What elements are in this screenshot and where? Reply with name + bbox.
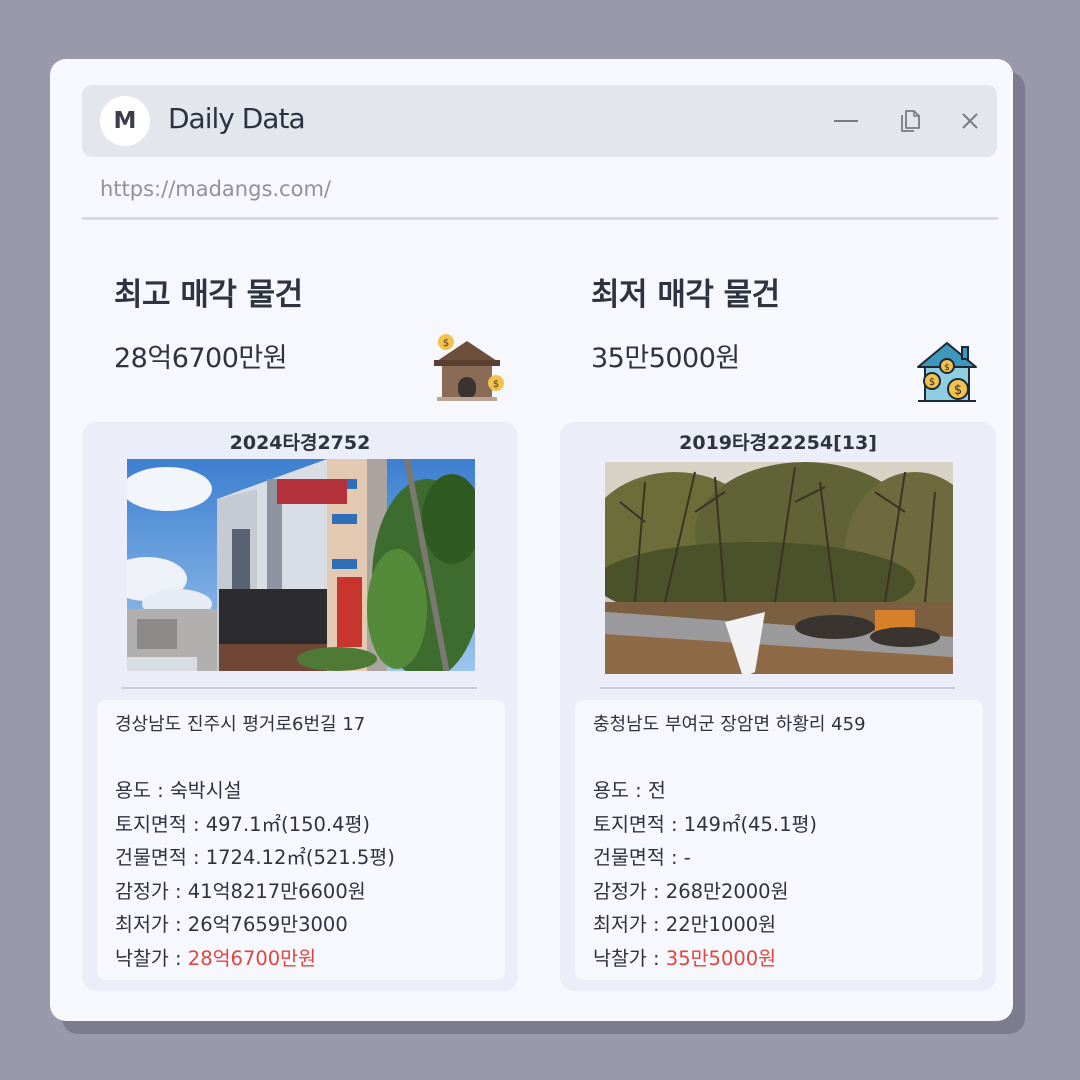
lowest-section-header: 최저 매각 물건 35만5000원: [591, 269, 780, 375]
highest-land-row: 토지면적 : 497.1㎡(150.4평): [115, 808, 395, 842]
lowest-info-panel: 충청남도 부여군 장암면 하황리 459 용도 : 전 토지면적 : 149㎡(…: [575, 700, 983, 980]
land-label: 토지면적 :: [115, 812, 206, 836]
highest-property-photo: [127, 459, 475, 671]
highest-case-number: 2024타경2752: [229, 432, 371, 454]
svg-text:$: $: [954, 383, 962, 398]
highest-land-area: 497.1㎡(150.4평): [205, 812, 371, 836]
highest-usage: 숙박시설: [169, 779, 242, 802]
header-divider: [82, 217, 998, 220]
lowest-appraisal: 268만2000원: [665, 879, 789, 903]
app-title: Daily Data: [168, 102, 306, 135]
highest-minimum: 26억7659만3000: [187, 913, 348, 936]
minimum-label: 최저가 :: [593, 913, 666, 936]
appraisal-label: 감정가 :: [115, 879, 188, 903]
lowest-building-row: 건물면적 : -: [593, 841, 817, 875]
highest-appraisal-row: 감정가 : 41억8217만6600원: [115, 875, 395, 909]
svg-text:$: $: [493, 379, 499, 390]
highest-appraisal: 41억8217만6600원: [187, 879, 366, 903]
usage-label: 용도 :: [593, 779, 648, 802]
highest-details: 용도 : 숙박시설 토지면적 : 497.1㎡(150.4평) 건물면적 : 1…: [115, 774, 395, 975]
lowest-usage: 전: [647, 779, 666, 802]
lowest-property-card[interactable]: 2019타경22254[13] 충청남도 부여군 장암면 하황리 459 용도 …: [560, 422, 996, 991]
restore-icon: [901, 110, 920, 132]
lowest-property-photo: [605, 462, 953, 674]
house-with-coins-icon: $ $: [434, 334, 504, 401]
lowest-price: 35만5000원: [591, 343, 740, 374]
lowest-usage-row: 용도 : 전: [593, 774, 817, 808]
lowest-land-area: 149㎡(45.1평): [683, 812, 818, 836]
restore-button[interactable]: [892, 103, 928, 139]
lowest-address: 충청남도 부여군 장암면 하황리 459: [593, 714, 866, 735]
highest-property-card[interactable]: 2024타경2752 경상남도 진주시 평거로6번길 17 용도: 숙박시설 …: [82, 422, 518, 991]
house-with-coins-icon: $ $ $: [917, 342, 977, 402]
appraisal-label: 감정가 :: [593, 879, 666, 903]
land-label: 토지면적 :: [593, 812, 684, 836]
highest-card-divider: [122, 687, 477, 689]
winning-label: 낙찰가 :: [115, 946, 188, 970]
lowest-case-number: 2019타경22254[13]: [679, 432, 877, 454]
highest-section-header: 최고 매각 물건 28억6700만원: [114, 269, 303, 375]
lowest-heading: 최저 매각 물건: [591, 277, 780, 313]
lowest-building-area: -: [683, 846, 691, 869]
highest-minimum-row: 최저가 : 26억7659만3000: [115, 908, 395, 942]
svg-text:$: $: [944, 363, 950, 373]
lowest-appraisal-row: 감정가 : 268만2000원: [593, 875, 817, 909]
url-text[interactable]: https://madangs.com/: [100, 177, 331, 201]
lowest-winning-row: 낙찰가 : 35만5000원: [593, 942, 817, 976]
highest-building-area: 1724.12㎡(521.5평): [205, 846, 395, 869]
lowest-details: 용도 : 전 토지면적 : 149㎡(45.1평) 건물면적 : - 감정가 :…: [593, 774, 817, 975]
svg-text:$: $: [929, 377, 935, 388]
lowest-card-divider: [600, 687, 955, 689]
highest-address: 경상남도 진주시 평거로6번길 17: [115, 714, 366, 735]
close-icon: [962, 113, 978, 129]
highest-winning-row: 낙찰가 : 28억6700만원: [115, 942, 395, 976]
highest-price: 28억6700만원: [114, 343, 288, 374]
highest-building-row: 건물면적 : 1724.12㎡(521.5평): [115, 841, 395, 875]
usage-label: 용도 :: [115, 779, 170, 802]
lowest-winning-bid: 35만5000원: [665, 946, 777, 970]
close-button[interactable]: [952, 103, 988, 139]
winning-label: 낙찰가 :: [593, 946, 666, 970]
highest-heading: 최고 매각 물건: [114, 277, 303, 313]
lowest-minimum: 22만1000원: [665, 913, 777, 936]
app-logo: M: [100, 96, 150, 146]
highest-info-panel: 경상남도 진주시 평거로6번길 17 용도 : 숙박시설 토지면적 : 497.…: [97, 700, 505, 980]
minimum-label: 최저가 :: [115, 913, 188, 936]
svg-text:$: $: [443, 338, 449, 349]
title-bar: M Daily Data: [82, 85, 997, 157]
minimize-icon: [834, 120, 858, 122]
building-label: 건물면적 :: [593, 846, 684, 869]
building-label: 건물면적 :: [115, 846, 206, 869]
app-window: M Daily Data https://madangs.com/ 최고 매각 …: [50, 59, 1013, 1021]
lowest-land-row: 토지면적 : 149㎡(45.1평): [593, 808, 817, 842]
highest-usage-row: 용도 : 숙박시설: [115, 774, 395, 808]
minimize-button[interactable]: [828, 103, 864, 139]
lowest-minimum-row: 최저가 : 22만1000원: [593, 908, 817, 942]
highest-winning-bid: 28억6700만원: [187, 946, 317, 970]
